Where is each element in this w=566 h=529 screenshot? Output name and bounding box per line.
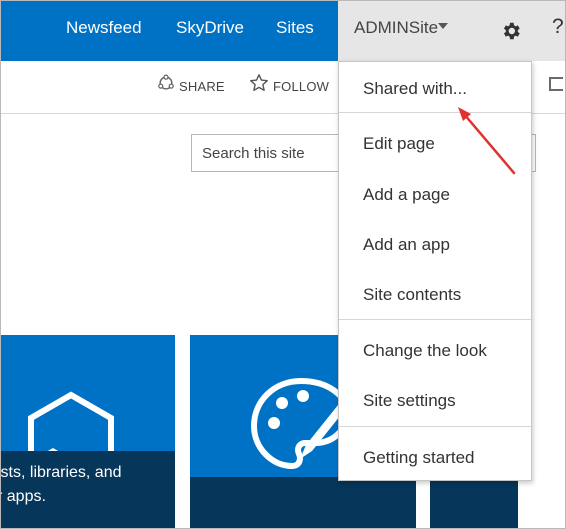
tile-caption: ists, libraries, and r apps. bbox=[0, 451, 175, 528]
help-button[interactable]: ? bbox=[534, 1, 565, 61]
gear-icon bbox=[503, 22, 520, 40]
settings-menu: Shared with... Edit page Add a page Add … bbox=[338, 61, 532, 481]
tile-caption-3 bbox=[430, 477, 518, 528]
sharepoint-window: Newsfeed SkyDrive Sites ADMINSite ? SHAR… bbox=[0, 0, 566, 529]
menu-divider bbox=[339, 426, 531, 427]
menu-item-site-settings[interactable]: Site settings bbox=[339, 380, 531, 420]
menu-item-change-look[interactable]: Change the look bbox=[339, 330, 531, 370]
nav-skydrive[interactable]: SkyDrive bbox=[176, 18, 244, 38]
menu-item-add-app[interactable]: Add an app bbox=[339, 224, 531, 264]
share-button[interactable]: SHARE bbox=[179, 79, 225, 94]
nav-sites[interactable]: Sites bbox=[276, 18, 314, 38]
caret-down-icon bbox=[438, 23, 448, 29]
menu-item-site-contents[interactable]: Site contents bbox=[339, 274, 531, 314]
search-placeholder: Search this site bbox=[202, 145, 305, 162]
focus-icon[interactable] bbox=[549, 77, 563, 91]
star-icon bbox=[250, 74, 268, 91]
follow-button[interactable]: FOLLOW bbox=[273, 79, 329, 94]
share-icon bbox=[158, 74, 174, 90]
tile-add-lists[interactable]: ists, libraries, and r apps. bbox=[0, 335, 175, 528]
menu-item-add-page[interactable]: Add a page bbox=[339, 174, 531, 214]
help-icon: ? bbox=[552, 15, 564, 38]
menu-divider bbox=[339, 112, 531, 113]
menu-item-edit-page[interactable]: Edit page bbox=[339, 123, 531, 163]
suite-bar: Newsfeed SkyDrive Sites ADMINSite ? bbox=[1, 1, 565, 61]
tile-caption-line1: ists, libraries, and bbox=[0, 464, 122, 481]
settings-button[interactable] bbox=[490, 1, 534, 61]
menu-item-getting-started[interactable]: Getting started bbox=[339, 437, 531, 477]
menu-item-shared-with[interactable]: Shared with... bbox=[339, 68, 531, 108]
tile-caption-line2: r apps. bbox=[0, 488, 46, 505]
menu-divider bbox=[339, 319, 531, 320]
tile-caption-2 bbox=[190, 477, 416, 528]
account-menu-button[interactable]: ADMINSite bbox=[338, 1, 490, 61]
nav-newsfeed[interactable]: Newsfeed bbox=[66, 18, 142, 38]
account-name: ADMINSite bbox=[354, 18, 439, 37]
